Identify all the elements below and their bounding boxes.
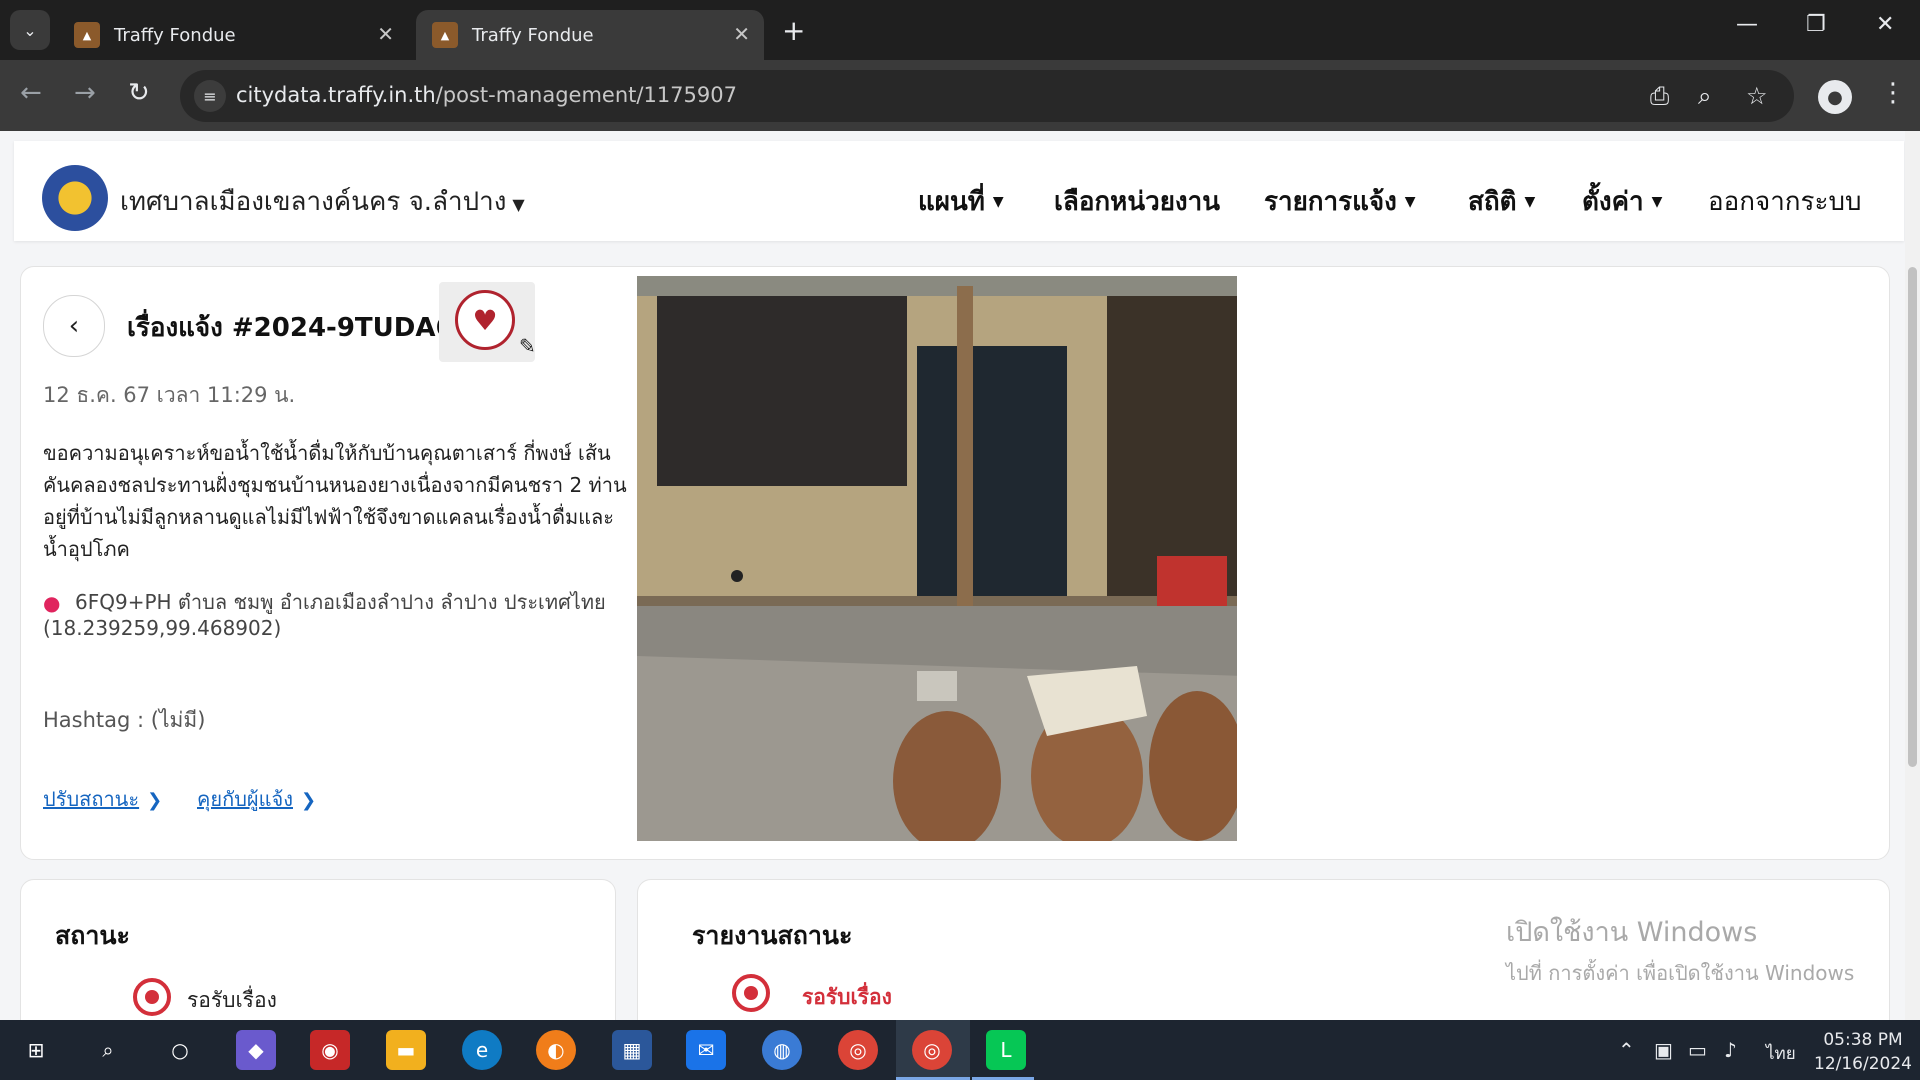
category-badge[interactable]: ♥ ✎ <box>439 282 536 362</box>
org-seal-logo[interactable] <box>42 165 108 231</box>
browser-toolbar: ← → ↻ ≡ citydata.traffy.in.th/post-manag… <box>0 60 1920 131</box>
back-chevron-icon[interactable]: ‹ <box>43 295 105 357</box>
caret-down-icon: ▼ <box>1404 194 1416 210</box>
task-view-icon[interactable]: ○ <box>160 1030 200 1070</box>
reload-icon[interactable]: ↻ <box>128 78 150 108</box>
browser-tab-1[interactable]: ▲ Traffy Fondue ✕ <box>58 10 408 60</box>
chrome-icon[interactable]: ◎ <box>838 1030 878 1070</box>
install-app-icon[interactable]: ⎙ <box>1650 82 1669 110</box>
back-arrow-icon[interactable]: ← <box>20 78 42 108</box>
status-heading: สถานะ <box>55 921 130 950</box>
windows-start-icon[interactable]: ⊞ <box>16 1030 56 1070</box>
vpn-app-icon[interactable]: ◐ <box>536 1030 576 1070</box>
tab-title: Traffy Fondue <box>114 24 236 46</box>
caret-down-icon: ▼ <box>992 194 1004 210</box>
heart-hand-icon: ♥ <box>455 290 515 350</box>
site-navbar: เทศบาลเมืองเขลางค์นคร จ.ลำปาง ▼ แผนที่ ▼ เ… <box>14 141 1904 241</box>
status-report-label: รอรับเรื่อง <box>802 985 892 1009</box>
file-explorer-icon[interactable]: ▬ <box>386 1030 426 1070</box>
browser-menu-kebab-icon[interactable]: ⋮ <box>1880 78 1906 108</box>
volume-icon[interactable]: ♪ <box>1724 1038 1737 1062</box>
chat-reporter-link[interactable]: คุยกับผู้แจ้ง ❯ <box>197 783 316 815</box>
report-datetime: 12 ธ.ค. 67 เวลา 11:29 น. <box>43 383 296 407</box>
menu-logout[interactable]: ออกจากระบบ <box>1708 181 1862 222</box>
bookmark-star-icon[interactable]: ☆ <box>1746 82 1768 110</box>
status-card: สถานะ รอรับเรื่อง <box>20 879 616 1020</box>
edge-icon[interactable]: e <box>462 1030 502 1070</box>
site-info-tune-icon[interactable]: ≡ <box>194 80 226 112</box>
address-bar[interactable]: ≡ citydata.traffy.in.th/post-management/… <box>180 70 1794 122</box>
browser-tab-2[interactable]: ▲ Traffy Fondue ✕ <box>416 10 764 60</box>
microsoft-store-icon[interactable]: ▦ <box>612 1030 652 1070</box>
chrome-active-icon[interactable]: ◎ <box>912 1030 952 1070</box>
network-monitor-icon[interactable]: ▭ <box>1688 1038 1707 1062</box>
input-language[interactable]: ไทย <box>1766 1040 1796 1067</box>
restore-icon[interactable]: ❐ <box>1806 12 1826 37</box>
show-hidden-chevron-up-icon[interactable]: ⌃ <box>1618 1038 1635 1062</box>
edit-icon[interactable]: ✎ <box>519 334 536 358</box>
tab-title: Traffy Fondue <box>472 24 594 46</box>
report-location: 6FQ9+PH ตำบล ชมพู อำเภอเมืองลำปาง ลำปาง … <box>43 590 606 640</box>
camera-app-icon[interactable]: ◉ <box>310 1030 350 1070</box>
report-title: เรื่องแจ้ง #2024-9TUDA6 <box>127 313 454 343</box>
report-description: ขอความอนุเคราะห์ขอน้ำใช้น้ำดื่มให้กับบ้า… <box>43 441 627 561</box>
line-icon[interactable]: L <box>986 1030 1026 1070</box>
menu-settings[interactable]: ตั้งค่า ▼ <box>1582 181 1662 222</box>
meet-now-icon[interactable]: ▣ <box>1654 1038 1673 1062</box>
status-pending-radio-icon <box>133 978 171 1016</box>
caret-down-icon: ▼ <box>1524 194 1536 210</box>
report-photo-illustration <box>637 276 1244 841</box>
report-photo[interactable] <box>637 276 1244 841</box>
chevron-right-icon: ❯ <box>147 790 163 811</box>
chevron-right-icon: ❯ <box>301 790 317 811</box>
network-globe-icon[interactable]: ◍ <box>762 1030 802 1070</box>
org-selector[interactable]: เทศบาลเมืองเขลางค์นคร จ.ลำปาง ▼ <box>120 181 525 222</box>
copilot-icon[interactable]: ◆ <box>236 1030 276 1070</box>
status-pending-label: รอรับเรื่อง <box>187 988 277 1012</box>
profile-person-icon[interactable]: ● <box>1818 80 1852 114</box>
close-icon[interactable]: ✕ <box>733 22 750 46</box>
menu-map[interactable]: แผนที่ ▼ <box>918 181 1004 222</box>
caret-down-icon: ▼ <box>512 195 525 214</box>
system-clock[interactable]: 05:38 PM 12/16/2024 <box>1810 1028 1916 1076</box>
windows-taskbar: ⊞ ⌕ ○ ◆ ◉ ▬ e ◐ ▦ ✉ ◍ ◎ ◎ L ⌃ ▣ ▭ ♪ ไทย … <box>0 1020 1920 1080</box>
traffy-fondue-icon: ▲ <box>74 22 100 48</box>
caret-down-icon: ▼ <box>1651 194 1663 210</box>
menu-statistics[interactable]: สถิติ ▼ <box>1468 181 1535 222</box>
minimize-icon[interactable]: — <box>1736 12 1758 37</box>
hashtag-row: Hashtag : (ไม่มี) <box>43 708 206 732</box>
tab-search-chevron-down-icon[interactable]: ⌄ <box>10 10 50 50</box>
zoom-icon[interactable]: ⌕ <box>1698 82 1711 110</box>
mail-icon[interactable]: ✉ <box>686 1030 726 1070</box>
windows-activation-watermark: เปิดใช้งาน Windows ไปที่ การตั้งค่า เพื่… <box>1506 917 1855 985</box>
status-report-heading: รายงานสถานะ <box>692 921 853 950</box>
close-icon[interactable]: ✕ <box>377 22 394 46</box>
traffy-fondue-icon: ▲ <box>432 22 458 48</box>
page-scrollbar-thumb[interactable] <box>1908 267 1917 767</box>
menu-reports[interactable]: รายการแจ้ง ▼ <box>1264 181 1416 222</box>
new-tab-plus-icon[interactable]: + <box>782 14 805 47</box>
update-status-link[interactable]: ปรับสถานะ ❯ <box>43 783 162 815</box>
window-close-icon[interactable]: ✕ <box>1876 12 1894 37</box>
page-content: เทศบาลเมืองเขลางค์นคร จ.ลำปาง ▼ แผนที่ ▼ เ… <box>0 131 1920 1020</box>
search-icon[interactable]: ⌕ <box>88 1030 128 1070</box>
browser-tab-bar: ⌄ ▲ Traffy Fondue ✕ ▲ Traffy Fondue ✕ + … <box>0 0 1920 60</box>
url-text[interactable]: citydata.traffy.in.th/post-management/11… <box>236 83 737 107</box>
menu-select-agency[interactable]: เลือกหน่วยงาน <box>1054 181 1220 222</box>
status-report-radio-icon <box>732 974 770 1012</box>
forward-arrow-icon[interactable]: → <box>74 78 96 108</box>
